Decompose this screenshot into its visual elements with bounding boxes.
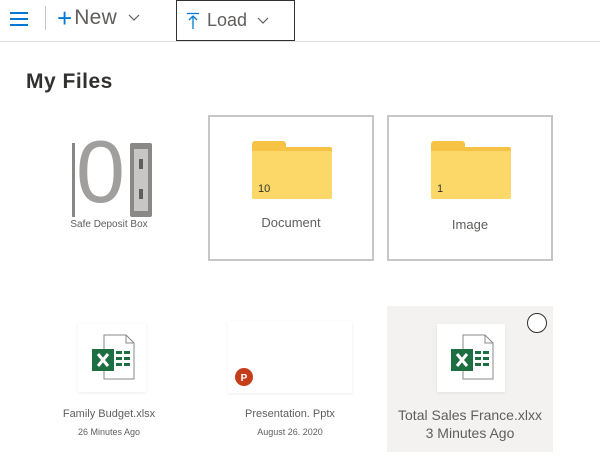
hamburger-menu-icon[interactable]	[10, 12, 28, 26]
file-tile-total-sales-france[interactable]: Total Sales France.xlxx 3 Minutes Ago	[387, 306, 553, 452]
file-thumbnail: P	[228, 321, 352, 393]
folder-icon: 10	[252, 141, 332, 199]
folder-icon: 1	[431, 141, 511, 199]
file-modified: August 26. 2020	[257, 427, 323, 437]
upload-icon	[187, 12, 199, 29]
command-bar: + New Load	[0, 0, 600, 42]
file-thumbnail	[78, 324, 146, 392]
new-button[interactable]: + New	[57, 2, 141, 34]
file-name: Presentation. Pptx	[245, 408, 335, 420]
file-name: Total Sales France.xlxx	[398, 407, 542, 423]
chevron-down-icon	[128, 14, 140, 21]
plus-icon: +	[57, 3, 73, 33]
file-thumbnail	[437, 324, 505, 392]
file-tile-family-budget[interactable]: Family Budget.xlsx 26 Minutes Ago	[34, 306, 184, 452]
toolbar-divider	[45, 6, 46, 30]
load-button-label: Load	[207, 10, 248, 30]
new-button-label: New	[74, 6, 118, 29]
excel-icon	[92, 334, 135, 380]
excel-icon	[451, 334, 494, 380]
file-modified: 3 Minutes Ago	[425, 425, 515, 441]
folder-item-count: 1	[437, 183, 444, 195]
folder-tile-document[interactable]: 10 Document	[208, 115, 374, 261]
folder-item-count: 10	[258, 183, 271, 195]
file-tile-presentation[interactable]: P Presentation. Pptx August 26. 2020	[210, 306, 370, 452]
load-button[interactable]: Load	[176, 0, 295, 41]
file-name: Family Budget.xlsx	[62, 408, 156, 420]
powerpoint-icon: P	[235, 368, 253, 386]
folder-name: Image	[451, 217, 489, 232]
select-checkbox[interactable]	[527, 313, 547, 333]
chevron-down-icon	[257, 17, 269, 24]
folder-name: Document	[261, 215, 321, 230]
file-modified: 26 Minutes Ago	[77, 427, 141, 437]
vault-label: Safe Deposit Box	[70, 219, 148, 230]
vault-count: 0	[76, 122, 125, 221]
vault-tile[interactable]: 0 Safe Deposit Box	[34, 110, 184, 260]
page-title: My Files	[26, 70, 113, 93]
svg-text:P: P	[241, 373, 248, 384]
folder-tile-image[interactable]: 1 Image	[387, 115, 553, 261]
